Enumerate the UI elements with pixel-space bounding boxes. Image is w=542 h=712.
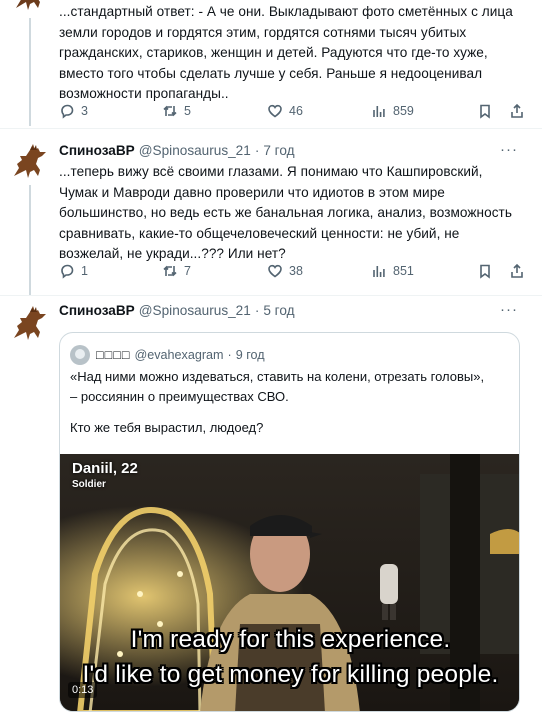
tweet-text-line: Чумак и Мавроди давно проверили что идио… (59, 184, 445, 200)
retweet-count: 7 (184, 264, 191, 278)
video-caption-role: Soldier (72, 479, 106, 490)
quoted-text-question: Кто же тебя вырастил, людоед? (70, 420, 264, 435)
reply-icon (61, 264, 74, 279)
like-button[interactable]: 38 (267, 261, 303, 281)
bookmark-button[interactable] (477, 101, 493, 121)
quoted-tweet-text: «Над ними можно издеваться, ставить на к… (70, 367, 510, 438)
views-icon (373, 266, 385, 277)
retweet-button[interactable]: 7 (162, 261, 191, 281)
reply-icon (61, 104, 74, 119)
tweet-text-line: сравнивать, какие-то общечеловеческий це… (59, 225, 460, 241)
retweet-button[interactable]: 5 (162, 101, 191, 121)
tweet-time[interactable]: 7 год (263, 143, 294, 158)
dinosaur-avatar-icon (14, 306, 46, 340)
avatar[interactable] (10, 140, 50, 180)
video-subtitle: I'm ready for this experience. (130, 626, 451, 653)
heart-icon (268, 264, 282, 278)
author-handle[interactable]: @Spinosaurus_21 (139, 143, 251, 158)
thread-line (29, 185, 31, 295)
more-options-icon[interactable]: ··· (500, 301, 518, 318)
retweet-count: 5 (184, 104, 191, 118)
thread-line (29, 18, 31, 126)
retweet-icon (163, 265, 177, 277)
tweet-text-line: земли городов и гордятся этим, гордятся … (59, 24, 467, 40)
video-timer: 0:13 (68, 682, 98, 698)
tweet-header: СпинозаВР @Spinosaurus_21 · 7 год (59, 140, 295, 160)
reply-count: 3 (81, 104, 88, 118)
tweet-actions: 1 7 38 851 (59, 261, 529, 281)
views-button[interactable]: 851 (371, 261, 414, 281)
video-player[interactable]: Daniil, 22 Soldier I'm ready for this ex… (60, 454, 519, 711)
avatar[interactable] (10, 302, 50, 342)
views-count: 851 (393, 264, 414, 278)
quoted-avatar[interactable] (70, 345, 90, 365)
share-icon (511, 103, 523, 118)
quoted-tweet-header: □□□□ @evahexagram · 9 год (70, 345, 265, 365)
share-button[interactable] (509, 101, 525, 121)
like-button[interactable]: 46 (267, 101, 303, 121)
separator-dot: · (254, 302, 260, 318)
more-options-icon[interactable]: ··· (500, 141, 518, 158)
author-name[interactable]: СпинозаВР (59, 303, 135, 318)
tweet-text-line: ...стандартный ответ: - А че они. Выклад… (59, 4, 513, 19)
reply-count: 1 (81, 264, 88, 278)
author-name[interactable]: СпинозаВР (59, 143, 135, 158)
like-count: 46 (289, 104, 303, 118)
video-caption-name: Daniil, 22 (72, 460, 138, 477)
video-subtitle: I'd like to get money for killing people… (82, 661, 499, 688)
tweet-text: ...теперь вижу всё своими глазами. Я пон… (59, 162, 519, 265)
tweet-text-line: гражданских, стариков, женщин и детей. Р… (59, 45, 488, 60)
bookmark-button[interactable] (477, 261, 493, 281)
dinosaur-avatar-icon (14, 144, 46, 178)
bookmark-icon (480, 264, 490, 279)
dinosaur-avatar-icon (16, 0, 40, 10)
quoted-text-line: – россиянин о преимуществах СВО. (70, 388, 289, 404)
tweet-text-line: ...теперь вижу всё своими глазами. Я пон… (59, 164, 483, 179)
tweet-actions: 3 5 46 859 (59, 101, 529, 121)
bookmark-icon (480, 104, 490, 119)
views-icon (373, 106, 385, 117)
tweet-header: СпинозаВР @Spinosaurus_21 · 5 год (59, 300, 295, 320)
quoted-tweet[interactable]: □□□□ @evahexagram · 9 год «Над ними можн… (59, 332, 520, 712)
separator-dot: · (227, 348, 232, 362)
separator-dot: · (254, 142, 260, 158)
quoted-author-name: □□□□ (96, 348, 131, 362)
heart-icon (268, 104, 282, 118)
quoted-text-line: «Над ними можно издеваться, ставить на к… (70, 369, 485, 384)
tweet-2[interactable]: СпинозаВР @Spinosaurus_21 · 7 год ··· ..… (0, 129, 542, 295)
avatar[interactable] (10, 0, 50, 14)
quoted-tweet-time: 9 год (235, 348, 265, 362)
reply-button[interactable]: 1 (59, 261, 88, 281)
tweet-text-line: вместо того чтобы сделать лучше у себя. … (59, 65, 483, 81)
quoted-author-handle: @evahexagram (134, 348, 224, 362)
tweet-time[interactable]: 5 год (263, 303, 294, 318)
tweet-1[interactable]: ...стандартный ответ: - А че они. Выклад… (0, 0, 542, 128)
author-handle[interactable]: @Spinosaurus_21 (139, 303, 251, 318)
like-count: 38 (289, 264, 303, 278)
views-button[interactable]: 859 (371, 101, 414, 121)
reply-button[interactable]: 3 (59, 101, 88, 121)
share-button[interactable] (509, 261, 525, 281)
tweet-text-line: большинство, но ведь есть же банальная л… (59, 205, 512, 220)
retweet-icon (163, 105, 177, 117)
tweet-text: ...стандартный ответ: - А че они. Выклад… (59, 2, 519, 105)
share-icon (511, 263, 523, 278)
views-count: 859 (393, 104, 414, 118)
